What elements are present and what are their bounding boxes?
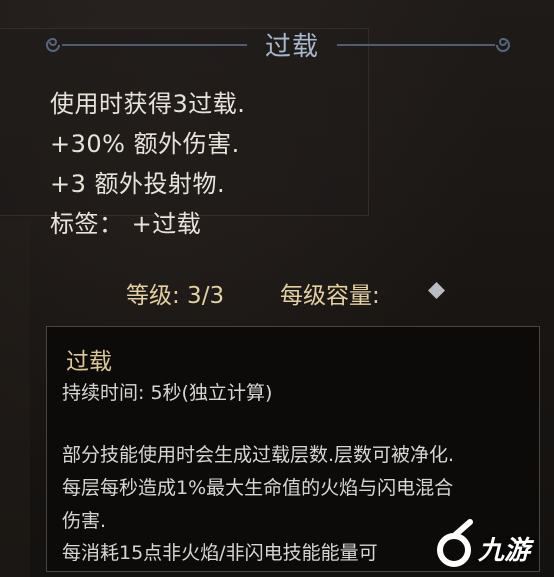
capacity-label: 每级容量:: [280, 283, 380, 309]
tooltip-title: 过载: [264, 32, 319, 62]
tags-line: 标签： +过载: [50, 210, 202, 238]
level-text: 等级: 3/3: [126, 283, 225, 309]
header-ornament-left: [62, 44, 247, 46]
scroll-ornament-icon: [44, 36, 62, 54]
header-ornament-right: [337, 44, 495, 46]
effect-line: +3 额外投射物.: [50, 170, 226, 198]
detail-line: 每层每秒造成1%最大生命值的火焰与闪电混合: [62, 477, 454, 499]
effect-line: +30% 额外伤害.: [50, 130, 240, 158]
detail-line: 每消耗15点非火焰/非闪电技能能量可: [62, 542, 378, 564]
detail-line: 部分技能使用时会生成过载层数.层数可被净化.: [62, 444, 455, 466]
duration-text: 持续时间: 5秒(独立计算): [62, 382, 273, 404]
detail-line: 伤害.: [62, 510, 107, 532]
effect-line: 使用时获得3过载.: [50, 90, 246, 118]
watermark-text: 九游: [478, 536, 531, 566]
diamond-icon: [428, 282, 445, 299]
detail-title: 过载: [66, 349, 112, 375]
background-edge: [0, 220, 30, 577]
scroll-ornament-icon: [494, 36, 512, 54]
